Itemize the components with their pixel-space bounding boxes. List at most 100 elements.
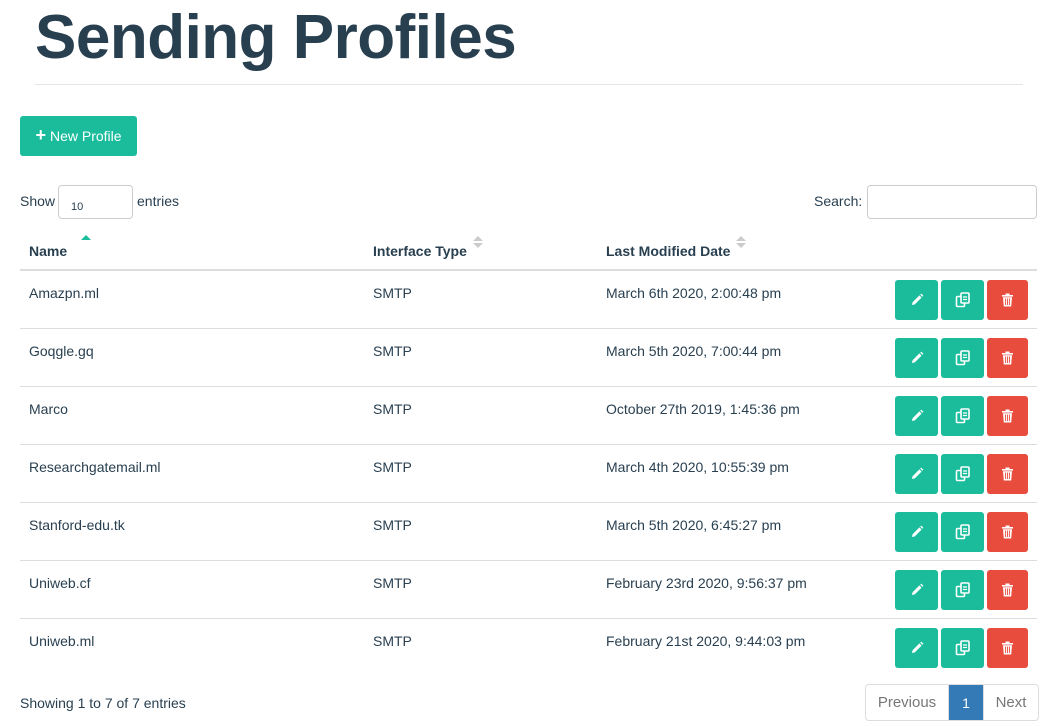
trash-icon bbox=[1001, 467, 1014, 481]
edit-button[interactable] bbox=[895, 337, 938, 378]
last-modified-date: February 21st 2020, 9:44:03 pm bbox=[606, 632, 806, 649]
title-divider bbox=[35, 84, 1023, 85]
row-actions bbox=[857, 270, 1037, 329]
delete-button[interactable] bbox=[987, 511, 1028, 552]
copy-icon bbox=[955, 465, 971, 482]
profile-name: Uniweb.ml bbox=[29, 632, 95, 649]
search-input[interactable] bbox=[867, 185, 1037, 219]
copy-button[interactable] bbox=[941, 627, 984, 668]
page-1-button[interactable]: 1 bbox=[949, 685, 983, 720]
column-header-date-label: Last Modified Date bbox=[606, 243, 731, 259]
table-row: Goqgle.gq SMTP March 5th 2020, 7:00:44 pm bbox=[20, 328, 1037, 387]
pencil-icon bbox=[910, 467, 924, 481]
copy-icon bbox=[955, 349, 971, 366]
copy-button[interactable] bbox=[941, 280, 984, 320]
next-page-button[interactable]: Next bbox=[983, 685, 1038, 720]
pencil-icon bbox=[910, 293, 924, 307]
profile-name: Stanford-edu.tk bbox=[20, 502, 364, 561]
copy-icon bbox=[955, 523, 971, 540]
interface-type: SMTP bbox=[364, 270, 597, 329]
edit-button[interactable] bbox=[895, 453, 938, 494]
last-modified-date: October 27th 2019, 1:45:36 pm bbox=[597, 386, 857, 445]
profile-name: Marco bbox=[20, 386, 364, 445]
delete-button[interactable] bbox=[987, 280, 1028, 320]
table-row: Researchgatemail.ml SMTP March 4th 2020, 1… bbox=[20, 444, 1037, 503]
trash-icon bbox=[1001, 409, 1014, 423]
profile-name: Researchgatemail.ml bbox=[20, 444, 364, 503]
row-actions bbox=[857, 328, 1037, 387]
copy-button[interactable] bbox=[941, 511, 984, 552]
column-header-name[interactable]: Name bbox=[20, 230, 364, 271]
edit-button[interactable] bbox=[895, 627, 938, 668]
interface-type: SMTP bbox=[364, 386, 597, 445]
column-header-last-modified[interactable]: Last Modified Date bbox=[597, 230, 857, 271]
search-label: Search: bbox=[814, 193, 863, 209]
pencil-icon bbox=[910, 583, 924, 597]
delete-button[interactable] bbox=[987, 627, 1028, 668]
new-profile-label: New Profile bbox=[49, 128, 122, 144]
column-header-name-label: Name bbox=[29, 243, 68, 259]
trash-icon bbox=[1001, 351, 1014, 365]
last-modified-date: February 23rd 2020, 9:56:37 pm bbox=[597, 560, 857, 619]
trash-icon bbox=[1001, 583, 1014, 597]
column-header-type-label: Interface Type bbox=[373, 243, 467, 259]
delete-button[interactable] bbox=[987, 395, 1028, 436]
trash-icon bbox=[1001, 293, 1014, 307]
last-modified-date: March 5th 2020, 6:45:27 pm bbox=[597, 502, 857, 561]
table-info: Showing 1 to 7 of 7 entries bbox=[20, 695, 186, 711]
table-row: Marco SMTP October 27th 2019, 1:45:36 pm bbox=[20, 386, 1037, 445]
previous-page-button[interactable]: Previous bbox=[866, 685, 949, 720]
copy-button[interactable] bbox=[941, 395, 984, 436]
row-actions bbox=[857, 444, 1037, 503]
last-modified-date: March 4th 2020, 10:55:39 pm bbox=[597, 444, 857, 503]
edit-button[interactable] bbox=[895, 280, 938, 320]
pencil-icon bbox=[910, 351, 924, 365]
entries-label: entries bbox=[137, 193, 180, 209]
pencil-icon bbox=[910, 641, 924, 655]
copy-button[interactable] bbox=[941, 337, 984, 378]
delete-button[interactable] bbox=[987, 453, 1028, 494]
interface-type: SMTP bbox=[373, 632, 412, 649]
sort-ascending-icon bbox=[81, 235, 91, 249]
profiles-table: Name Interface Type Last Modified Date A… bbox=[20, 230, 1037, 676]
pencil-icon bbox=[910, 525, 924, 539]
table-row: Uniweb.cf SMTP February 23rd 2020, 9:56:37… bbox=[20, 560, 1037, 619]
new-profile-button[interactable]: + New Profile bbox=[20, 116, 137, 156]
last-modified-date: March 6th 2020, 2:00:48 pm bbox=[597, 270, 857, 329]
entries-per-page-select[interactable]: 10 bbox=[58, 185, 133, 219]
delete-button[interactable] bbox=[987, 337, 1028, 378]
profile-name: Goqgle.gq bbox=[20, 328, 364, 387]
sort-icon bbox=[472, 236, 483, 250]
show-label: Show bbox=[20, 193, 56, 209]
interface-type: SMTP bbox=[364, 502, 597, 561]
copy-button[interactable] bbox=[941, 453, 984, 494]
profile-name: Uniweb.cf bbox=[20, 560, 364, 619]
copy-icon bbox=[955, 292, 971, 308]
edit-button[interactable] bbox=[895, 511, 938, 552]
plus-icon: + bbox=[35, 125, 46, 145]
interface-type: SMTP bbox=[364, 560, 597, 619]
row-actions bbox=[857, 618, 1037, 676]
interface-type: SMTP bbox=[364, 444, 597, 503]
edit-button[interactable] bbox=[895, 569, 938, 610]
trash-icon bbox=[1001, 641, 1014, 655]
profile-name: Amazpn.ml bbox=[20, 270, 364, 329]
trash-icon bbox=[1001, 525, 1014, 539]
page-title: Sending Profiles bbox=[35, 3, 517, 72]
copy-button[interactable] bbox=[941, 569, 984, 610]
delete-button[interactable] bbox=[987, 569, 1028, 610]
row-actions bbox=[857, 502, 1037, 561]
interface-type: SMTP bbox=[364, 328, 597, 387]
sort-icon bbox=[736, 236, 747, 250]
table-row: Amazpn.ml SMTP March 6th 2020, 2:00:48 pm bbox=[20, 270, 1037, 329]
column-header-interface-type[interactable]: Interface Type bbox=[364, 230, 597, 271]
pagination: Previous 1 Next bbox=[865, 684, 1039, 721]
row-actions bbox=[857, 560, 1037, 619]
last-modified-date: March 5th 2020, 7:00:44 pm bbox=[597, 328, 857, 387]
table-row: Stanford-edu.tk SMTP March 5th 2020, 6:45:… bbox=[20, 502, 1037, 561]
column-header-actions bbox=[857, 230, 1037, 271]
edit-button[interactable] bbox=[895, 395, 938, 436]
table-header-row: Name Interface Type Last Modified Date bbox=[20, 230, 1037, 271]
pencil-icon bbox=[910, 409, 924, 423]
copy-icon bbox=[955, 581, 971, 598]
